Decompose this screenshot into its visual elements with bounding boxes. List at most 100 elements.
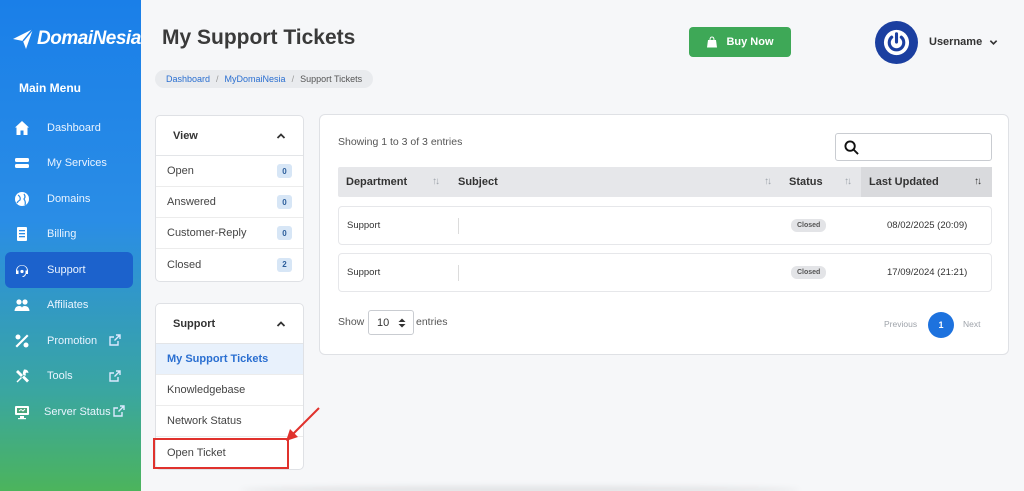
table-row[interactable]: Support Closed 17/09/2024 (21:21) bbox=[338, 253, 992, 292]
entries-info: Showing 1 to 3 of 3 entries bbox=[338, 136, 463, 148]
percent-icon bbox=[14, 333, 30, 349]
table-row[interactable]: Support Closed 08/02/2025 (20:09) bbox=[338, 206, 992, 245]
count-badge: 0 bbox=[277, 226, 292, 240]
view-filter-panel: View Open 0 Answered 0 Customer-Reply 0 … bbox=[155, 115, 304, 282]
sidebar-item-support[interactable]: Support bbox=[5, 252, 133, 288]
external-link-icon bbox=[109, 334, 121, 346]
pagination-page-1[interactable]: 1 bbox=[928, 312, 954, 338]
breadcrumb: Dashboard / MyDomaiNesia / Support Ticke… bbox=[155, 70, 374, 88]
cell-divider bbox=[458, 218, 459, 234]
view-filter-label: Answered bbox=[167, 196, 216, 208]
table-search[interactable] bbox=[835, 133, 992, 161]
column-header-department[interactable]: Department bbox=[346, 167, 456, 197]
support-link-my-tickets[interactable]: My Support Tickets bbox=[156, 344, 303, 375]
bottom-shadow bbox=[240, 486, 800, 491]
view-panel-header[interactable]: View bbox=[156, 116, 303, 156]
sort-icon: ↑↓ bbox=[844, 176, 852, 187]
page-size-select[interactable]: 10 bbox=[368, 310, 414, 335]
view-filter-open[interactable]: Open 0 bbox=[156, 156, 303, 187]
support-link-knowledgebase[interactable]: Knowledgebase bbox=[156, 375, 303, 406]
sidebar-item-label: Affiliates bbox=[47, 299, 89, 312]
column-header-last-updated[interactable]: Last Updated bbox=[861, 167, 992, 197]
cell-last-updated: 17/09/2024 (21:21) bbox=[887, 267, 968, 278]
status-badge: Closed bbox=[791, 266, 827, 279]
sidebar-item-label: My Services bbox=[47, 157, 107, 170]
column-header-subject[interactable]: Subject bbox=[458, 167, 778, 197]
show-label: Show bbox=[338, 316, 365, 328]
view-filter-label: Closed bbox=[167, 258, 202, 271]
search-icon bbox=[844, 140, 859, 155]
sidebar-item-tools[interactable]: Tools bbox=[5, 359, 133, 395]
entries-label: entries bbox=[416, 316, 448, 328]
cell-status: Closed bbox=[791, 207, 827, 244]
avatar[interactable] bbox=[875, 21, 918, 64]
cell-department: Support bbox=[347, 267, 381, 278]
globe-icon bbox=[14, 191, 30, 207]
buy-now-label: Buy Now bbox=[726, 36, 774, 48]
view-filter-label: Customer-Reply bbox=[167, 227, 247, 239]
cell-last-updated: 08/02/2025 (20:09) bbox=[887, 220, 968, 231]
chevron-up-icon bbox=[276, 132, 286, 139]
chevron-up-icon bbox=[276, 320, 286, 327]
search-input[interactable] bbox=[866, 137, 986, 157]
breadcrumb-mydomainesia[interactable]: MyDomaiNesia bbox=[225, 74, 286, 84]
column-header-label: Subject bbox=[458, 176, 498, 188]
table-header: Department ↑↓ Subject ↑↓ Status ↑↓ Last … bbox=[338, 167, 992, 197]
sidebar: DomaiNesia Main Menu Dashboard My Servic… bbox=[0, 0, 141, 491]
breadcrumb-separator: / bbox=[291, 74, 295, 84]
user-menu[interactable]: Username bbox=[929, 36, 998, 48]
view-filter-customer-reply[interactable]: Customer-Reply 0 bbox=[156, 218, 303, 249]
sidebar-item-server-status[interactable]: Server Status bbox=[5, 394, 133, 430]
view-filter-answered[interactable]: Answered 0 bbox=[156, 187, 303, 218]
page-title: My Support Tickets bbox=[162, 26, 356, 49]
select-arrows-icon bbox=[398, 318, 406, 328]
support-panel-title: Support bbox=[173, 317, 216, 330]
sidebar-item-label: Support bbox=[47, 263, 86, 276]
main-menu-title: Main Menu bbox=[19, 81, 81, 95]
sidebar-item-label: Tools bbox=[47, 370, 73, 383]
server-stack-icon bbox=[14, 155, 30, 171]
highlight-annotation-box bbox=[153, 438, 289, 469]
buy-now-button[interactable]: Buy Now bbox=[689, 27, 791, 57]
home-icon bbox=[14, 120, 30, 136]
annotation-arrow-icon bbox=[286, 407, 320, 441]
sidebar-item-dashboard[interactable]: Dashboard bbox=[5, 110, 133, 146]
page-size-value: 10 bbox=[377, 316, 390, 329]
cell-status: Closed bbox=[791, 254, 827, 291]
username-label: Username bbox=[929, 36, 983, 48]
pagination-previous[interactable]: Previous bbox=[884, 319, 917, 329]
pagination-next[interactable]: Next bbox=[963, 319, 980, 329]
count-badge: 0 bbox=[277, 164, 292, 178]
invoice-icon bbox=[14, 226, 30, 242]
column-header-label: Last Updated bbox=[869, 176, 939, 188]
users-icon bbox=[14, 297, 30, 313]
sidebar-item-domains[interactable]: Domains bbox=[5, 181, 133, 217]
sidebar-item-billing[interactable]: Billing bbox=[5, 217, 133, 253]
monitor-icon bbox=[14, 404, 30, 420]
sidebar-item-label: Server Status bbox=[44, 405, 111, 418]
status-badge: Closed bbox=[791, 219, 827, 232]
cell-department: Support bbox=[347, 220, 381, 231]
sort-desc-icon: ↑↓ bbox=[974, 176, 982, 187]
headset-icon bbox=[14, 262, 30, 278]
breadcrumb-separator: / bbox=[216, 74, 219, 84]
sidebar-item-promotion[interactable]: Promotion bbox=[5, 323, 133, 359]
count-badge: 0 bbox=[277, 195, 292, 209]
support-panel-header[interactable]: Support bbox=[156, 304, 303, 344]
brand-name: DomaiNesia bbox=[37, 28, 141, 49]
breadcrumb-current: Support Tickets bbox=[300, 74, 363, 84]
external-link-icon bbox=[113, 405, 125, 417]
chevron-down-icon bbox=[989, 39, 998, 45]
view-filter-label: Open bbox=[167, 165, 194, 177]
sidebar-item-label: Dashboard bbox=[47, 121, 101, 134]
view-filter-closed[interactable]: Closed 2 bbox=[156, 249, 303, 280]
logo[interactable]: DomaiNesia bbox=[12, 28, 141, 50]
sidebar-item-affiliates[interactable]: Affiliates bbox=[5, 288, 133, 324]
sort-icon: ↑↓ bbox=[432, 176, 440, 187]
external-link-icon bbox=[109, 369, 121, 382]
sidebar-item-my-services[interactable]: My Services bbox=[5, 146, 133, 182]
column-header-label: Status bbox=[789, 176, 823, 188]
sidebar-item-label: Promotion bbox=[47, 334, 98, 347]
breadcrumb-dashboard[interactable]: Dashboard bbox=[166, 74, 210, 84]
tools-icon bbox=[14, 368, 30, 384]
